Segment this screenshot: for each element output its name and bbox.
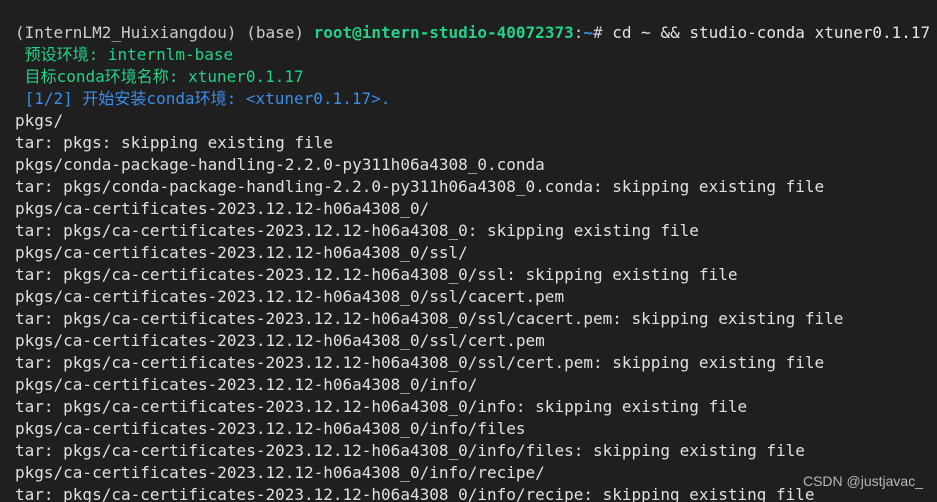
prompt-symbol: # (593, 23, 603, 42)
output-line: tar: pkgs/ca-certificates-2023.12.12-h06… (15, 221, 699, 240)
output-line: tar: pkgs/ca-certificates-2023.12.12-h06… (15, 265, 738, 284)
watermark: CSDN @justjavac_ (802, 473, 923, 489)
command-text: cd ~ && studio-conda xtuner0.1.17 (612, 23, 931, 42)
current-directory: ~ (583, 23, 593, 42)
info-line-target-env: 目标conda环境名称: xtuner0.1.17 (15, 67, 304, 86)
output-line: pkgs/ca-certificates-2023.12.12-h06a4308… (15, 331, 545, 350)
output-line: pkgs/ca-certificates-2023.12.12-h06a4308… (15, 243, 468, 262)
output-line: tar: pkgs: skipping existing file (15, 133, 333, 152)
conda-env-label: (InternLM2_Huixiangdou) (base) (15, 23, 304, 42)
output-line: pkgs/ca-certificates-2023.12.12-h06a4308… (15, 463, 545, 482)
output-line: pkgs/conda-package-handling-2.2.0-py311h… (15, 155, 545, 174)
output-line: tar: pkgs/conda-package-handling-2.2.0-p… (15, 177, 825, 196)
output-line: pkgs/ (15, 111, 64, 130)
output-line: pkgs/ca-certificates-2023.12.12-h06a4308… (15, 419, 526, 438)
output-line: tar: pkgs/ca-certificates-2023.12.12-h06… (15, 309, 844, 328)
user-host: root@intern-studio-40072373 (313, 23, 574, 42)
info-line-preset-env: 预设环境: internlm-base (15, 45, 234, 64)
info-line-install-step: [1/2] 开始安装conda环境: <xtuner0.1.17>. (15, 89, 391, 108)
output-line: pkgs/ca-certificates-2023.12.12-h06a4308… (15, 287, 565, 306)
prompt-separator: : (573, 23, 584, 42)
output-line: pkgs/ca-certificates-2023.12.12-h06a4308… (15, 375, 478, 394)
prompt-line: (InternLM2_Huixiangdou) (base) root@inte… (15, 22, 937, 44)
output-line: pkgs/ca-certificates-2023.12.12-h06a4308… (15, 199, 430, 218)
output-line: tar: pkgs/ca-certificates-2023.12.12-h06… (15, 397, 748, 416)
output-line: tar: pkgs/ca-certificates-2023.12.12-h06… (15, 441, 805, 460)
terminal-window[interactable]: (InternLM2_Huixiangdou) (base) root@inte… (0, 0, 937, 502)
output-line: tar: pkgs/ca-certificates-2023.12.12-h06… (15, 353, 825, 372)
output-line: tar: pkgs/ca-certificates-2023.12.12-h06… (15, 485, 815, 502)
